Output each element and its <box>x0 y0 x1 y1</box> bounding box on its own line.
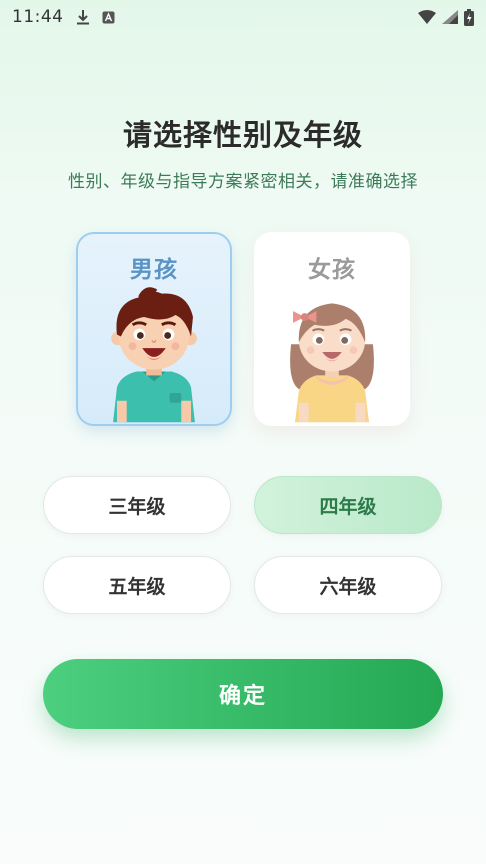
signal-icon <box>442 10 458 24</box>
status-bar: 11:44 <box>0 0 486 34</box>
page-subtitle: 性别、年级与指导方案紧密相关，请准确选择 <box>68 172 418 192</box>
grade-option-5[interactable]: 五年级 <box>43 556 231 614</box>
boy-avatar <box>111 287 197 423</box>
gender-label-boy: 男孩 <box>130 257 178 283</box>
grade-option-3[interactable]: 三年级 <box>43 476 231 534</box>
confirm-button[interactable]: 确定 <box>43 659 443 729</box>
gender-card-boy[interactable]: 男孩 <box>76 232 232 426</box>
a-notification-icon <box>102 11 115 24</box>
gender-card-girl[interactable]: 女孩 <box>254 232 410 426</box>
page-title: 请选择性别及年级 <box>122 118 363 152</box>
girl-avatar <box>290 303 374 423</box>
status-time: 11:44 <box>12 7 64 27</box>
wifi-icon <box>418 10 436 24</box>
gender-label-girl: 女孩 <box>308 257 356 283</box>
download-icon <box>76 9 90 25</box>
grade-option-6[interactable]: 六年级 <box>254 556 442 614</box>
battery-icon <box>464 8 474 26</box>
grade-option-4[interactable]: 四年级 <box>254 476 442 534</box>
